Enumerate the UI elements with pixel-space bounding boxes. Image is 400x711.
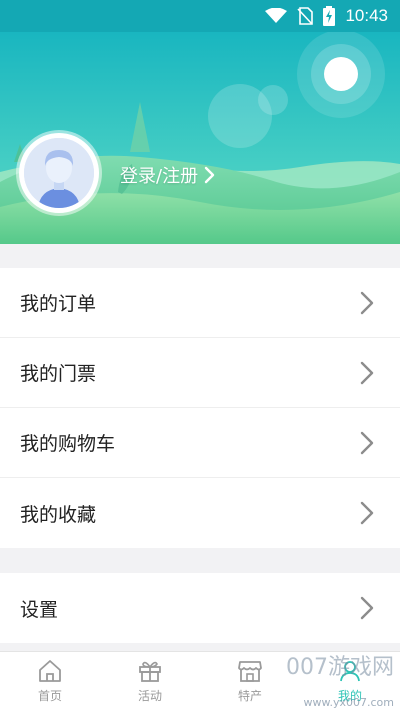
menu-item-orders[interactable]: 我的订单: [0, 268, 400, 338]
tab-home[interactable]: 首页: [0, 652, 100, 711]
chevron-right-icon: [360, 291, 374, 314]
menu-item-label: 设置: [20, 598, 59, 621]
tab-label: 活动: [137, 689, 162, 703]
gift-icon: [139, 661, 161, 682]
no-sim-icon: [297, 7, 314, 25]
menu-item-settings[interactable]: 设置: [0, 573, 400, 643]
home-icon: [39, 660, 61, 682]
chevron-right-icon: [360, 501, 374, 525]
menu-item-favorites[interactable]: 我的收藏: [0, 478, 400, 548]
login-register-link[interactable]: 登录/注册: [120, 162, 216, 188]
avatar[interactable]: [19, 133, 99, 213]
profile-header: 登录/注册: [0, 32, 400, 244]
watermark: 007游戏网: [286, 655, 394, 680]
menu-item-label: 我的购物车: [20, 433, 116, 455]
chevron-right-icon: [360, 596, 374, 620]
watermark-url: www.yx007.com: [303, 696, 394, 709]
tab-specialties[interactable]: 特产: [200, 652, 300, 711]
battery-charging-icon: [323, 6, 336, 26]
tab-label: 首页: [37, 689, 62, 703]
chevron-right-icon: [360, 361, 374, 384]
shop-icon: [238, 661, 262, 682]
tab-label: 特产: [237, 689, 262, 703]
wifi-icon: [265, 8, 288, 23]
login-register-label: 登录/注册: [120, 166, 199, 187]
chevron-right-icon: [204, 166, 215, 184]
chevron-right-icon: [360, 431, 374, 454]
status-time: 10:43: [345, 6, 388, 25]
settings-list: 设置: [0, 573, 400, 643]
status-bar: 10:43: [0, 0, 400, 32]
menu-item-tickets[interactable]: 我的门票: [0, 338, 400, 408]
menu-list: 我的订单 我的门票 我的购物车 我的收藏: [0, 268, 400, 548]
avatar-placeholder-icon: [24, 138, 94, 208]
menu-item-cart[interactable]: 我的购物车: [0, 408, 400, 478]
menu-item-label: 我的收藏: [20, 503, 97, 526]
menu-item-label: 我的门票: [20, 363, 97, 385]
tab-activities[interactable]: 活动: [100, 652, 200, 711]
menu-item-label: 我的订单: [20, 293, 97, 315]
